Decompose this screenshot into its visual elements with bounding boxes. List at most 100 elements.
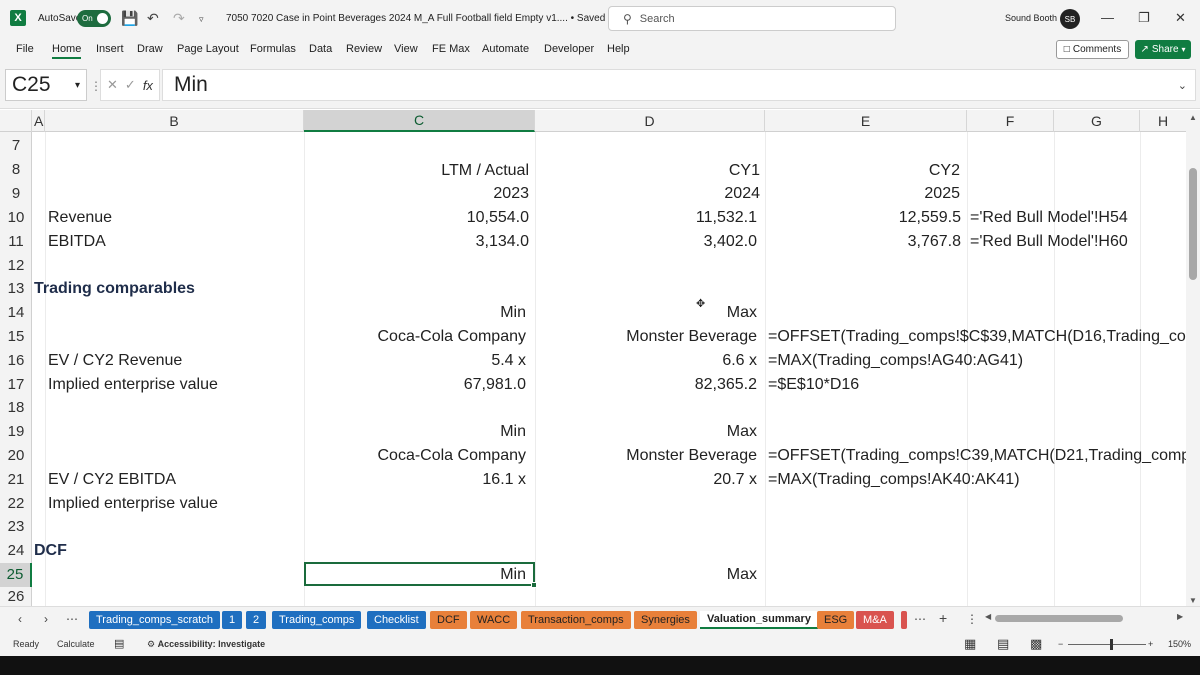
row-header-20[interactable]: 20 xyxy=(0,444,32,468)
cell-e17[interactable]: =$E$10*D16 xyxy=(768,373,859,397)
row-header-15[interactable]: 15 xyxy=(0,325,32,349)
zoom-slider-thumb[interactable] xyxy=(1110,639,1113,650)
cell-b11[interactable]: EBITDA xyxy=(48,230,106,254)
row-header-7[interactable]: 7 xyxy=(0,134,32,158)
cell-d25[interactable]: Max xyxy=(535,563,757,587)
cell-f11[interactable]: ='Red Bull Model'!H60 xyxy=(970,230,1128,254)
close-icon[interactable]: ✕ xyxy=(1175,10,1186,26)
cell-c14[interactable]: Min xyxy=(304,301,526,325)
column-header-c[interactable]: C xyxy=(304,110,535,132)
zoom-slider[interactable] xyxy=(1068,639,1146,650)
restore-icon[interactable]: ❐ xyxy=(1138,10,1150,26)
row-header-12[interactable]: 12 xyxy=(0,254,32,278)
sheet-tab-esg[interactable]: ESG xyxy=(817,611,855,629)
prev-sheet-icon[interactable]: ‹ xyxy=(18,612,22,626)
sheet-tab-valuation-summary[interactable]: Valuation_summary xyxy=(700,611,818,629)
row-header-14[interactable]: 14 xyxy=(0,301,32,325)
more-sheets-icon[interactable]: ⋯ xyxy=(66,612,78,626)
cell-e21[interactable]: =MAX(Trading_comps!AK40:AK41) xyxy=(768,468,1020,492)
more-tabs-icon[interactable]: ⋯ xyxy=(914,612,926,626)
cell-d21[interactable]: 20.7 x xyxy=(535,468,757,492)
next-sheet-icon[interactable]: › xyxy=(44,612,48,626)
cell-b10[interactable]: Revenue xyxy=(48,206,112,230)
cell-c16[interactable]: 5.4 x xyxy=(304,349,526,373)
menu-view[interactable]: View xyxy=(394,43,418,55)
horizontal-scrollbar[interactable]: ◀ ▶ xyxy=(985,612,1185,624)
formula-input[interactable]: Min ⌄ xyxy=(162,69,1196,101)
row-header-10[interactable]: 10 xyxy=(0,206,32,230)
search-input[interactable]: ⚲ Search xyxy=(608,6,896,31)
column-header-e[interactable]: E xyxy=(765,110,967,132)
cell-e9[interactable]: 2025 xyxy=(765,182,960,206)
cell-d20[interactable]: Monster Beverage xyxy=(535,444,757,468)
cell-c10[interactable]: 10,554.0 xyxy=(304,206,529,230)
cell-e15[interactable]: =OFFSET(Trading_comps!$C$39,MATCH(D16,Tr… xyxy=(768,325,1186,349)
select-all-corner[interactable] xyxy=(0,110,32,132)
sheet-tab-wacc[interactable]: WACC xyxy=(470,611,518,629)
menu-home[interactable]: Home xyxy=(52,43,82,59)
cell-a24[interactable]: DCF xyxy=(34,539,67,563)
column-header-f[interactable]: F xyxy=(967,110,1054,132)
menu-review[interactable]: Review xyxy=(346,43,382,55)
sheet-tab-transaction-comps[interactable]: Transaction_comps xyxy=(521,611,631,629)
cell-e10[interactable]: 12,559.5 xyxy=(765,206,961,230)
row-header-19[interactable]: 19 xyxy=(0,420,32,444)
page-layout-view-icon[interactable]: ▤ xyxy=(997,636,1009,652)
row-header-17[interactable]: 17 xyxy=(0,373,32,397)
zoom-in-icon[interactable]: + xyxy=(1148,639,1153,649)
menu-insert[interactable]: Insert xyxy=(96,43,124,55)
sheet-tab-synergies[interactable]: Synergies xyxy=(634,611,697,629)
active-cell-selection[interactable] xyxy=(304,562,537,588)
cell-d11[interactable]: 3,402.0 xyxy=(535,230,757,254)
row-header-11[interactable]: 11 xyxy=(0,230,32,254)
enter-icon[interactable]: ✓ xyxy=(125,77,136,93)
cell-d9[interactable]: 2024 xyxy=(535,182,760,206)
scroll-down-icon[interactable]: ▼ xyxy=(1189,596,1197,605)
save-icon[interactable]: 💾 xyxy=(121,10,138,27)
cell-c21[interactable]: 16.1 x xyxy=(304,468,526,492)
menu-help[interactable]: Help xyxy=(607,43,630,55)
menu-file[interactable]: File xyxy=(16,43,34,55)
sheet-tab-partial[interactable] xyxy=(901,611,907,629)
scroll-up-icon[interactable]: ▲ xyxy=(1189,113,1197,122)
cell-e16[interactable]: =MAX(Trading_comps!AG40:AG41) xyxy=(768,349,1023,373)
cell-c17[interactable]: 67,981.0 xyxy=(304,373,526,397)
cell-b22[interactable]: Implied enterprise value xyxy=(48,492,218,516)
cell-d17[interactable]: 82,365.2 xyxy=(535,373,757,397)
vertical-scrollbar[interactable]: ▲ ▼ xyxy=(1186,110,1200,606)
sheet-tab-dcf[interactable]: DCF xyxy=(430,611,467,629)
sheet-tab-trading-comps[interactable]: Trading_comps xyxy=(272,611,362,629)
zoom-out-icon[interactable]: − xyxy=(1058,639,1063,649)
cell-c15[interactable]: Coca-Cola Company xyxy=(304,325,526,349)
expand-formula-bar-icon[interactable]: ⌄ xyxy=(1178,79,1187,92)
sheet-tab-ma[interactable]: M&A xyxy=(856,611,894,629)
chevron-down-icon[interactable]: ▾ xyxy=(75,80,80,91)
column-header-d[interactable]: D xyxy=(535,110,765,132)
cell-f10[interactable]: ='Red Bull Model'!H54 xyxy=(970,206,1128,230)
row-header-8[interactable]: 8 xyxy=(0,158,32,182)
name-box[interactable]: C25 ▾ xyxy=(5,69,87,101)
accessibility-status[interactable]: ⚙ Accessibility: Investigate xyxy=(147,639,265,650)
cell-e11[interactable]: 3,767.8 xyxy=(765,230,961,254)
column-header-g[interactable]: G xyxy=(1054,110,1140,132)
cancel-icon[interactable]: ✕ xyxy=(107,77,118,93)
menu-automate[interactable]: Automate xyxy=(482,43,529,55)
row-header-16[interactable]: 16 xyxy=(0,349,32,373)
cell-c19[interactable]: Min xyxy=(304,420,526,444)
sheet-tab-2[interactable]: 2 xyxy=(246,611,267,629)
cell-c8[interactable]: LTM / Actual xyxy=(304,159,529,183)
cell-d15[interactable]: Monster Beverage xyxy=(535,325,757,349)
row-header-26[interactable]: 26 xyxy=(0,587,32,606)
column-header-a[interactable]: A xyxy=(32,110,45,132)
undo-icon[interactable]: ↶ xyxy=(147,10,159,27)
row-header-18[interactable]: 18 xyxy=(0,396,32,420)
cell-b17[interactable]: Implied enterprise value xyxy=(48,373,218,397)
row-header-21[interactable]: 21 xyxy=(0,468,32,492)
document-title[interactable]: 7050 7020 Case in Point Beverages 2024 M… xyxy=(226,13,616,24)
page-break-preview-icon[interactable]: ▩ xyxy=(1030,636,1042,652)
row-header-23[interactable]: 23 xyxy=(0,515,32,539)
sheet-tab-1[interactable]: 1 xyxy=(222,611,243,629)
insert-function-icon[interactable]: fx xyxy=(143,78,153,93)
row-header-24[interactable]: 24 xyxy=(0,539,32,563)
share-button[interactable]: ↗ Share ▾ xyxy=(1135,40,1191,59)
